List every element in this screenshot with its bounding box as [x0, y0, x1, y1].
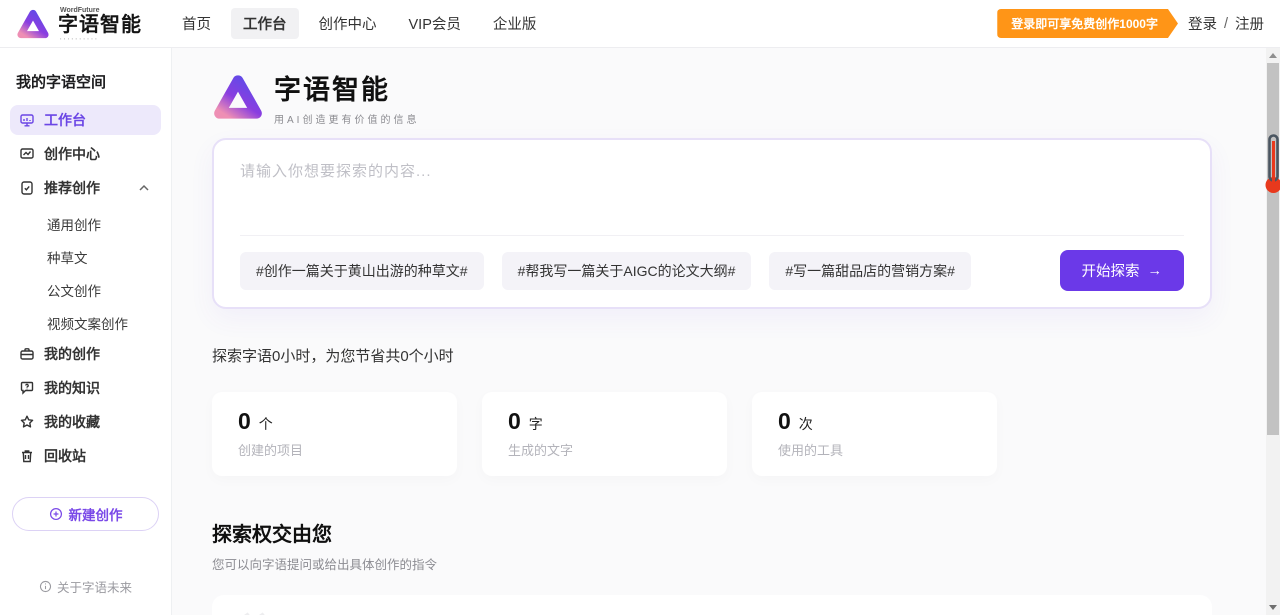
sidebar-item-label: 工作台	[44, 110, 86, 130]
logo-triangle-icon	[16, 7, 50, 41]
sidebar-subitem-official[interactable]: 公文创作	[10, 273, 161, 306]
new-creation-button[interactable]: 新建创作	[12, 497, 159, 531]
start-explore-button[interactable]: 开始探索 →	[1060, 250, 1185, 291]
stat-unit: 次	[799, 414, 813, 434]
stat-value: 0	[238, 408, 251, 435]
sidebar-item-label: 我的收藏	[44, 412, 100, 432]
scroll-down-arrow-icon[interactable]	[1269, 605, 1277, 610]
sidebar-subitem-seeding[interactable]: 种草文	[10, 240, 161, 273]
sidebar-item-recommended[interactable]: 推荐创作	[10, 173, 161, 203]
scroll-up-arrow-icon[interactable]	[1269, 53, 1277, 58]
app-logo[interactable]: WordFuture 字语智能 ▪▪▪▪▪▪▪▪▪▪	[16, 7, 142, 41]
about-label: 关于字语未来	[57, 577, 132, 596]
knowledge-icon	[19, 380, 35, 396]
plus-circle-icon	[49, 507, 63, 521]
sidebar-subitem-video-copy[interactable]: 视频文案创作	[10, 306, 161, 339]
logo-small-text: WordFuture	[60, 7, 142, 14]
logo-dots-decor: ▪▪▪▪▪▪▪▪▪▪	[60, 37, 142, 41]
top-nav: 首页 工作台 创作中心 VIP会员 企业版	[170, 8, 548, 39]
sidebar-item-creation-center[interactable]: 创作中心	[10, 139, 161, 169]
sidebar-item-my-creations[interactable]: 我的创作	[10, 339, 161, 369]
page-scrollbar[interactable]	[1266, 48, 1280, 615]
hero-brand-text: 字语智能	[274, 68, 419, 107]
sidebar-item-label: 我的创作	[44, 344, 100, 364]
main-content: 字语智能 用AI创造更有价值的信息 #创作一篇关于黄山出游的种草文# #帮我写一…	[172, 48, 1266, 615]
section-title: 探索权交由您	[212, 518, 1266, 547]
nav-item-enterprise[interactable]: 企业版	[481, 8, 549, 39]
stat-card-words: 0 字 生成的文字	[482, 392, 727, 476]
briefcase-icon	[19, 346, 35, 362]
thermometer-icon	[1265, 134, 1280, 196]
creation-center-icon	[19, 146, 35, 162]
hero-logo: 字语智能 用AI创造更有价值的信息	[212, 68, 1266, 126]
stat-value: 0	[778, 408, 791, 435]
suggestion-chips-row: #创作一篇关于黄山出游的种草文# #帮我写一篇关于AIGC的论文大纲# #写一篇…	[240, 235, 1184, 291]
star-icon	[19, 414, 35, 430]
info-circle-icon	[39, 580, 52, 593]
top-bar: WordFuture 字语智能 ▪▪▪▪▪▪▪▪▪▪ 首页 工作台 创作中心 V…	[0, 0, 1280, 48]
about-link[interactable]: 关于字语未来	[10, 577, 161, 596]
arrow-right-icon: →	[1148, 263, 1163, 279]
sidebar-item-recycle-bin[interactable]: 回收站	[10, 441, 161, 471]
sidebar-item-my-favorites[interactable]: 我的收藏	[10, 407, 161, 437]
search-card: #创作一篇关于黄山出游的种草文# #帮我写一篇关于AIGC的论文大纲# #写一篇…	[212, 138, 1212, 309]
trash-icon	[19, 448, 35, 464]
stat-value: 0	[508, 408, 521, 435]
register-link[interactable]: 注册	[1235, 13, 1264, 34]
stat-unit: 个	[259, 414, 273, 434]
search-input[interactable]	[240, 160, 1184, 230]
stat-label: 生成的文字	[508, 440, 701, 459]
sidebar-item-my-knowledge[interactable]: 我的知识	[10, 373, 161, 403]
sidebar-item-label: 推荐创作	[44, 178, 100, 198]
nav-item-creation-center[interactable]: 创作中心	[307, 8, 389, 39]
sidebar-item-label: 我的知识	[44, 378, 100, 398]
chevron-up-icon[interactable]	[136, 180, 152, 196]
example-card: “ 字语智能是什么? 嘿，帮我创作一篇北京出游攻略	[212, 595, 1212, 615]
stats-summary-line: 探索字语0小时，为您节省共0个小时	[212, 345, 1266, 366]
suggestion-chip-aigc[interactable]: #帮我写一篇关于AIGC的论文大纲#	[502, 252, 752, 290]
scrollbar-thumb[interactable]	[1267, 63, 1279, 435]
stat-label: 使用的工具	[778, 440, 971, 459]
sidebar-item-workbench[interactable]: 工作台	[10, 105, 161, 135]
nav-item-vip[interactable]: VIP会员	[397, 8, 473, 39]
auth-links: 登录 / 注册	[1188, 13, 1264, 34]
promo-badge[interactable]: 登录即可享免费创作1000字	[997, 9, 1178, 38]
nav-item-home[interactable]: 首页	[170, 8, 223, 39]
login-link[interactable]: 登录	[1188, 13, 1217, 34]
sidebar-subitem-general[interactable]: 通用创作	[10, 207, 161, 240]
stat-card-projects: 0 个 创建的项目	[212, 392, 457, 476]
sidebar-item-label: 回收站	[44, 446, 86, 466]
stat-unit: 字	[529, 414, 543, 434]
logo-brand-text: 字语智能	[58, 15, 142, 35]
sidebar-item-label: 创作中心	[44, 144, 100, 164]
stat-label: 创建的项目	[238, 440, 431, 459]
sidebar: 我的字语空间 工作台 创作中心 推荐创作 通用创作 种草文 公文创作 视频文案创…	[0, 48, 172, 615]
start-explore-label: 开始探索	[1082, 260, 1140, 281]
sidebar-title: 我的字语空间	[16, 71, 155, 92]
suggestion-chip-huangshan[interactable]: #创作一篇关于黄山出游的种草文#	[240, 252, 484, 290]
nav-item-workbench[interactable]: 工作台	[231, 8, 299, 39]
section-subtitle: 您可以向字语提问或给出具体创作的指令	[212, 554, 1266, 573]
auth-divider: /	[1224, 16, 1228, 32]
new-creation-label: 新建创作	[69, 504, 123, 524]
hero-triangle-icon	[212, 71, 264, 123]
hero-tagline: 用AI创造更有价值的信息	[274, 111, 419, 126]
suggestion-chip-dessert[interactable]: #写一篇甜品店的营销方案#	[769, 252, 971, 290]
recommended-icon	[19, 180, 35, 196]
stat-cards-row: 0 个 创建的项目 0 字 生成的文字 0 次 使用的工具	[212, 392, 1266, 476]
stat-card-tools: 0 次 使用的工具	[752, 392, 997, 476]
workbench-icon	[19, 112, 35, 128]
